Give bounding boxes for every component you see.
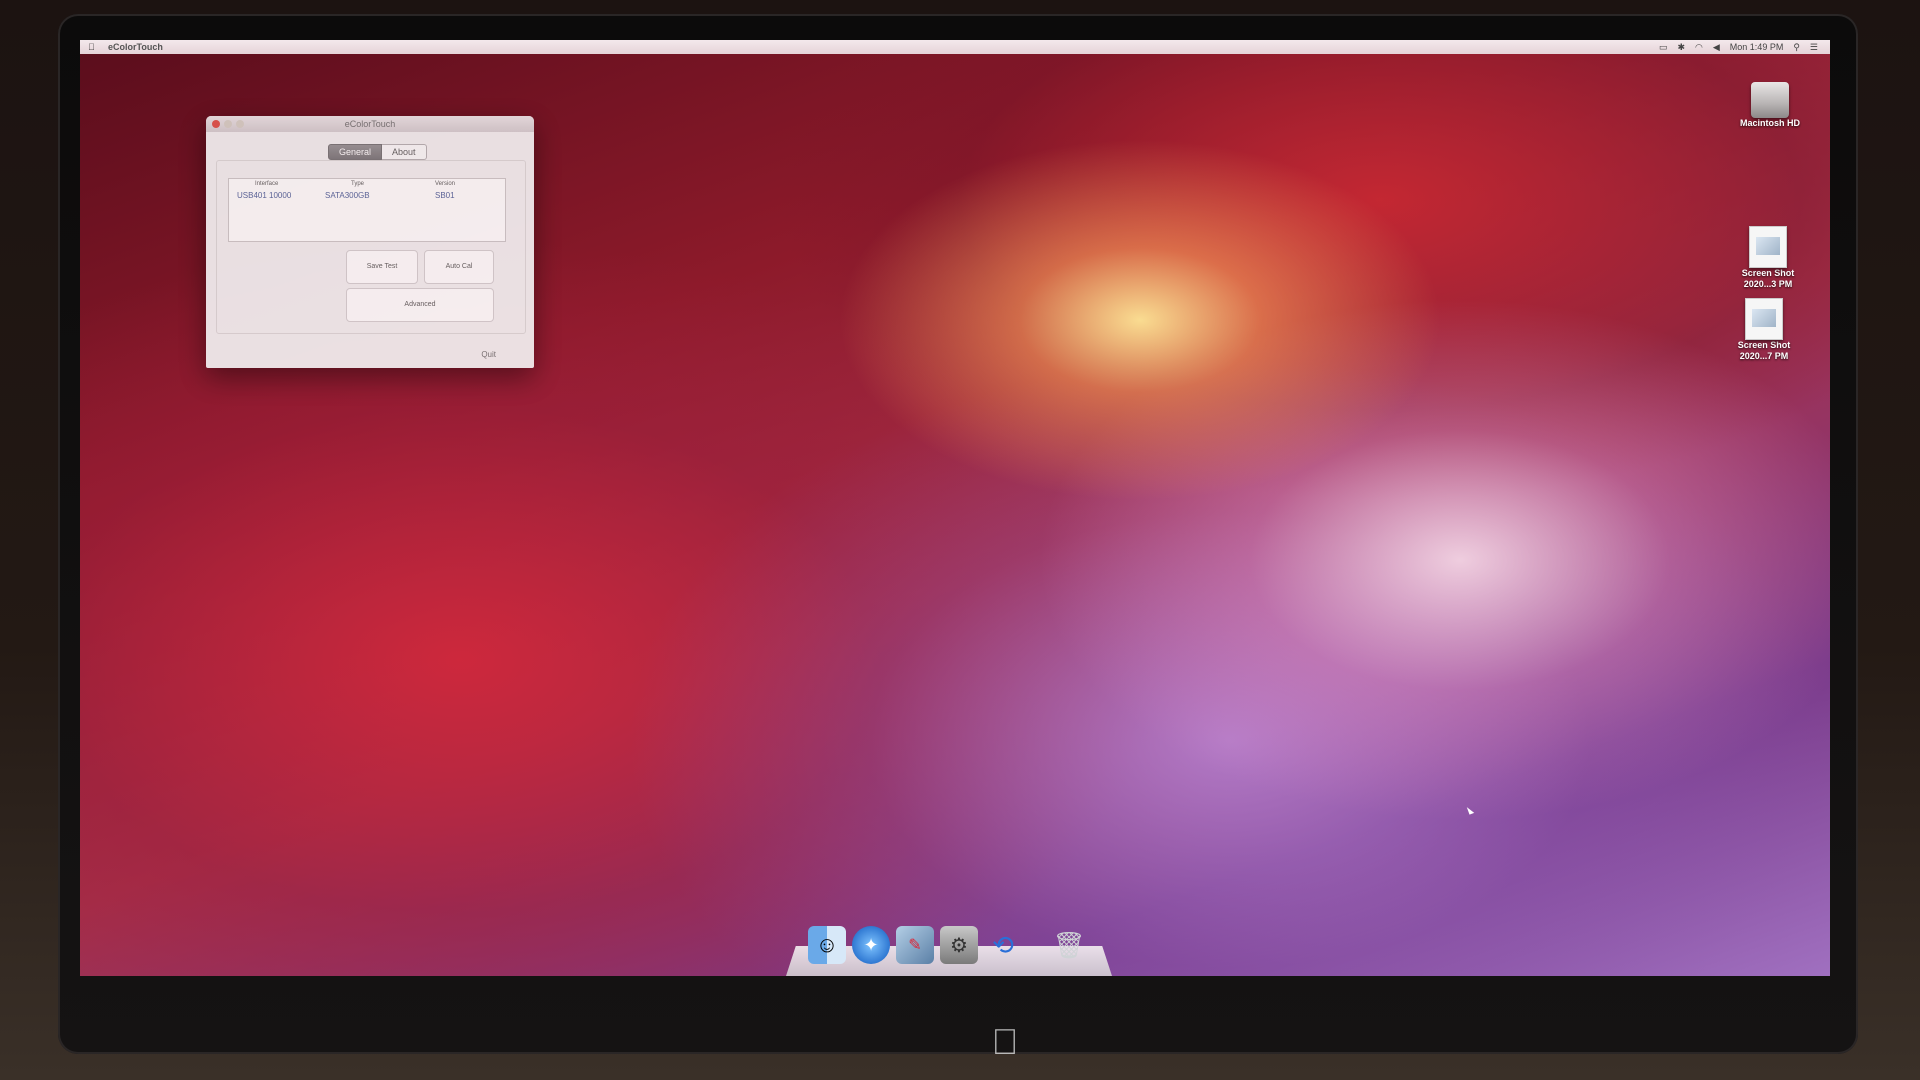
column-header-version: Version (435, 181, 456, 187)
volume-menu-icon[interactable]: ◀ (1713, 42, 1720, 53)
zoom-button[interactable] (236, 120, 244, 128)
window-controls (212, 120, 244, 128)
preview-icon[interactable]: ✎ (896, 926, 934, 964)
tab-general[interactable]: General (328, 144, 383, 160)
window-title: eColorTouch (344, 119, 396, 129)
column-header-type: Type (351, 181, 365, 187)
window-titlebar[interactable]: eColorTouch (206, 116, 534, 132)
desktop-icon-screenshot-2[interactable]: Screen Shot 2020...7 PM (1724, 298, 1804, 362)
menu-app-name[interactable]: eColorTouch (108, 42, 163, 52)
wifi-menu-icon[interactable]: ◠ (1695, 42, 1703, 53)
desktop-icon-label: Screen Shot 2020...3 PM (1741, 268, 1795, 289)
tab-bar: General About (328, 144, 427, 160)
apple-menu-icon[interactable]:  (88, 42, 98, 52)
auto-cal-button[interactable]: Auto Cal (424, 250, 494, 284)
cell-interface: USB401 10000 (237, 191, 292, 200)
desktop-icon-macintosh-hd[interactable]: Macintosh HD (1730, 82, 1810, 129)
tab-about[interactable]: About (382, 144, 427, 160)
device-table[interactable]: Interface Type Version USB401 10000 SATA… (228, 178, 506, 242)
desktop-screen:  eColorTouch ▭ ✱ ◠ ◀ Mon 1:49 PM ⚲ ☰ eC… (80, 40, 1830, 976)
desktop-icon-label: Macintosh HD (1739, 118, 1800, 128)
quit-button[interactable]: Quit (481, 350, 496, 359)
mouse-cursor-icon (1466, 805, 1475, 815)
advanced-button[interactable]: Advanced (346, 288, 494, 322)
trash-icon[interactable]: 🗑 (1050, 926, 1088, 964)
menu-clock[interactable]: Mon 1:49 PM (1730, 42, 1784, 53)
finder-icon[interactable]: ☺ (808, 926, 846, 964)
ecolortouch-window: eColorTouch General About Interface Type… (206, 116, 534, 368)
safari-icon[interactable]: ✦ (852, 926, 890, 964)
desktop-icon-screenshot-1[interactable]: Screen Shot 2020...3 PM (1728, 226, 1808, 290)
system-preferences-icon[interactable]: ⚙ (940, 926, 978, 964)
spotlight-icon[interactable]: ⚲ (1793, 42, 1800, 53)
close-button[interactable] (212, 120, 220, 128)
screenshot-file-icon (1749, 226, 1787, 268)
minimize-button[interactable] (224, 120, 232, 128)
room-background:   eColorTouch ▭ ✱ ◠ ◀ Mon 1:49 PM ⚲ ☰ (0, 0, 1920, 1080)
menu-extras: ▭ ✱ ◠ ◀ Mon 1:49 PM ⚲ ☰ (1659, 42, 1818, 53)
hard-drive-icon (1751, 82, 1789, 118)
cell-version: SB01 (435, 191, 455, 200)
screenshot-file-icon (1745, 298, 1783, 340)
apple-logo-icon:  (990, 1024, 1020, 1060)
bluetooth-menu-icon[interactable]: ✱ (1677, 42, 1685, 53)
migration-assistant-icon[interactable]: ⟲ (984, 926, 1022, 964)
menu-bar:  eColorTouch ▭ ✱ ◠ ◀ Mon 1:49 PM ⚲ ☰ (80, 40, 1830, 54)
save-test-button[interactable]: Save Test (346, 250, 418, 284)
display-menu-icon[interactable]: ▭ (1659, 42, 1668, 53)
desktop-icon-label: Screen Shot 2020...7 PM (1737, 340, 1791, 361)
notification-center-icon[interactable]: ☰ (1810, 42, 1818, 53)
column-header-interface: Interface (255, 181, 279, 187)
cell-type: SATA300GB (325, 191, 370, 200)
dock: ☺ ✦ ✎ ⚙ ⟲ 🗑 (786, 920, 1112, 976)
